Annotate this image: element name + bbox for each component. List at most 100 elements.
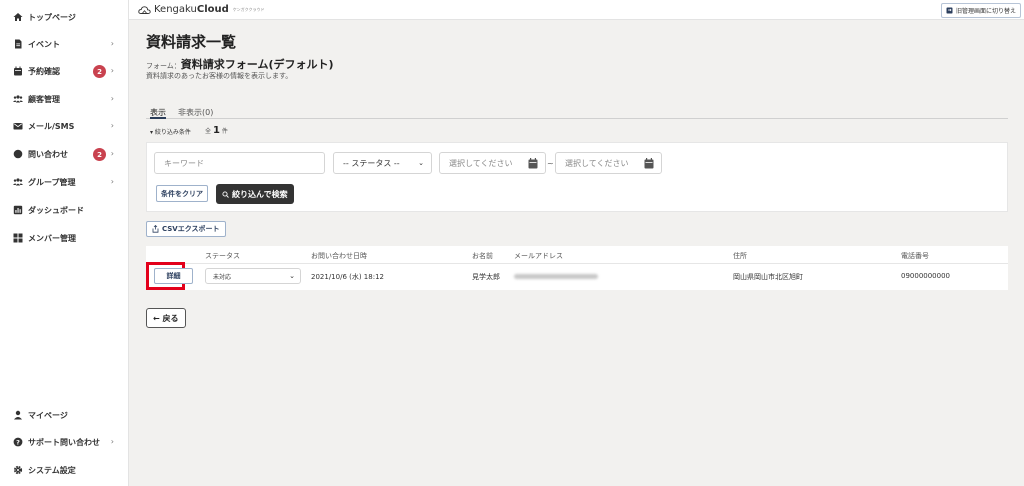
row-status-value: 未対応	[213, 273, 232, 281]
brand-name: KengakuCloud	[154, 4, 229, 15]
brand-subtitle: ケンガククラウド	[232, 6, 265, 12]
chart-icon	[13, 205, 23, 215]
sidebar-item-label: 顧客管理	[28, 94, 60, 104]
count-value: 1	[212, 125, 220, 136]
grid-icon	[13, 233, 23, 243]
notification-badge: 2	[93, 148, 106, 161]
status-filter-value: -- ステータス --	[343, 158, 400, 168]
sidebar-item-top[interactable]: トップページ	[0, 8, 128, 26]
tab-hidden[interactable]: 非表示(0)	[178, 107, 213, 119]
switch-legacy-admin-button[interactable]: 旧管理画面に切り替え	[940, 3, 1021, 18]
sidebar-item-label: サポート問い合わせ	[28, 437, 100, 447]
search-icon	[222, 190, 229, 198]
top-header: KengakuCloud ケンガククラウド 旧管理画面に切り替え	[129, 0, 1024, 20]
chevron-right-icon: ›	[110, 437, 114, 446]
switch-label: 旧管理画面に切り替え	[955, 8, 1016, 15]
svg-text:?: ?	[16, 438, 20, 446]
sidebar-item-label: 予約確認	[28, 66, 60, 76]
group-icon	[13, 177, 23, 187]
sidebar-item-reservation[interactable]: 予約確認 2 ›	[0, 62, 128, 80]
row-status-select[interactable]: 未対応 ⌄	[205, 268, 301, 284]
date-range-separator: ~	[547, 159, 554, 168]
date-to-input[interactable]: 選択してください	[555, 152, 662, 174]
group-icon	[13, 94, 23, 104]
result-count: 全 1 件	[205, 125, 228, 136]
column-header-name: お名前	[472, 252, 493, 260]
sidebar-item-support[interactable]: ? サポート問い合わせ ›	[0, 433, 128, 451]
count-suffix: 件	[221, 128, 228, 135]
sidebar-item-label: メンバー管理	[28, 233, 76, 243]
chevron-right-icon: ›	[110, 121, 114, 130]
export-icon	[152, 225, 159, 233]
sidebar-item-mail-sms[interactable]: メール/SMS ›	[0, 117, 128, 135]
sidebar-item-groups[interactable]: グループ管理 ›	[0, 173, 128, 191]
date-from-input[interactable]: 選択してください	[439, 152, 546, 174]
tab-visible[interactable]: 表示	[150, 107, 166, 119]
chat-icon	[13, 149, 23, 159]
column-header-datetime: お問い合わせ日時	[311, 252, 367, 260]
sidebar-item-label: ダッシュボード	[28, 205, 84, 215]
header-divider	[146, 263, 1008, 264]
sidebar-item-label: システム設定	[28, 465, 76, 475]
cell-phone: 09000000000	[901, 272, 950, 280]
mail-icon	[13, 121, 23, 131]
column-header-address: 住所	[733, 252, 747, 260]
cell-email-redacted	[514, 274, 598, 279]
sidebar-item-system-settings[interactable]: システム設定	[0, 461, 128, 479]
date-to-placeholder: 選択してください	[565, 158, 629, 168]
home-icon	[13, 12, 23, 22]
sidebar-item-label: グループ管理	[28, 177, 76, 187]
count-prefix: 全	[205, 128, 212, 135]
filter-toggle[interactable]: ▾ 絞り込み条件	[150, 127, 191, 136]
sidebar-item-label: トップページ	[28, 12, 76, 22]
clear-filters-button[interactable]: 条件をクリア	[156, 185, 208, 202]
sidebar-item-inquiries[interactable]: 問い合わせ 2 ›	[0, 145, 128, 163]
chevron-right-icon: ›	[110, 66, 114, 75]
sidebar-item-customers[interactable]: 顧客管理 ›	[0, 90, 128, 108]
sidebar-item-label: 問い合わせ	[28, 149, 68, 159]
brand-prefix: Kengaku	[154, 4, 197, 15]
date-from-placeholder: 選択してください	[449, 158, 513, 168]
calendar-icon	[528, 158, 538, 169]
user-icon	[13, 410, 23, 420]
notification-badge: 2	[93, 65, 106, 78]
sidebar-item-event[interactable]: イベント ›	[0, 35, 128, 53]
sidebar-item-mypage[interactable]: マイページ	[0, 406, 128, 424]
brand-bold: Cloud	[196, 4, 229, 15]
csv-export-label: CSVエクスポート	[162, 225, 220, 233]
help-icon: ?	[13, 437, 23, 447]
form-prefix: フォーム：	[146, 62, 181, 70]
inquiry-table: ステータス お問い合わせ日時 お名前 メールアドレス 住所 電話番号 詳細 未対…	[146, 246, 1008, 290]
cell-datetime: 2021/10/6 (水) 18:12	[311, 273, 384, 281]
chevron-right-icon: ›	[110, 39, 114, 48]
chevron-down-icon: ⌄	[289, 272, 295, 280]
chevron-right-icon: ›	[110, 149, 114, 158]
search-label: 絞り込んで検索	[232, 189, 288, 199]
page-description: 資料請求のあったお客様の情報を表示します。	[146, 72, 293, 80]
filter-panel: キーワード -- ステータス -- ⌄ 選択してください ~ 選択してください …	[146, 142, 1008, 212]
search-button[interactable]: 絞り込んで検索	[216, 184, 294, 204]
sidebar-item-members[interactable]: メンバー管理	[0, 229, 128, 247]
sidebar-item-dashboard[interactable]: ダッシュボード	[0, 201, 128, 219]
keyword-input[interactable]: キーワード	[154, 152, 325, 174]
csv-export-button[interactable]: CSVエクスポート	[146, 221, 226, 237]
status-filter-select[interactable]: -- ステータス -- ⌄	[333, 152, 432, 174]
back-button[interactable]: ← 戻る	[146, 308, 186, 328]
keyword-placeholder: キーワード	[164, 158, 204, 168]
chevron-right-icon: ›	[110, 177, 114, 186]
form-name-line: フォーム：資料請求フォーム(デフォルト)	[146, 56, 334, 72]
form-name: 資料請求フォーム(デフォルト)	[180, 58, 334, 71]
switch-icon	[946, 7, 953, 14]
chevron-right-icon: ›	[110, 94, 114, 103]
document-icon	[13, 39, 23, 49]
column-header-status: ステータス	[205, 252, 240, 260]
gear-icon	[13, 465, 23, 475]
cell-name: 見学太郎	[472, 273, 500, 281]
chevron-down-icon: ⌄	[418, 159, 424, 167]
brand-logo[interactable]: KengakuCloud ケンガククラウド	[138, 4, 265, 15]
sidebar-item-label: マイページ	[28, 410, 68, 420]
detail-button[interactable]: 詳細	[154, 268, 193, 284]
column-header-email: メールアドレス	[514, 252, 563, 260]
sidebar: トップページ イベント › 予約確認 2 › 顧客管理 › メール/SMS › …	[0, 0, 129, 486]
sidebar-item-label: イベント	[28, 39, 60, 49]
